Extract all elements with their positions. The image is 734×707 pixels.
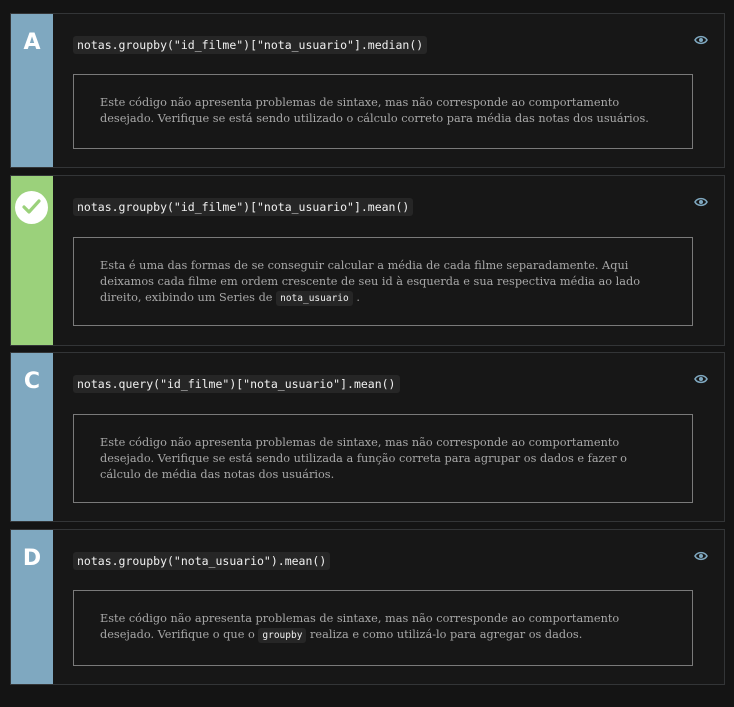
- option-marker-c: C: [11, 353, 53, 521]
- option-code: notas.groupby("id_filme")["nota_usuario"…: [73, 198, 414, 216]
- feedback-box: Este código não apresenta problemas de s…: [73, 590, 693, 666]
- feedback-box: Esta é uma das formas de se conseguir ca…: [73, 237, 693, 326]
- eye-icon[interactable]: [694, 550, 708, 562]
- option-marker-correct: [11, 176, 53, 345]
- inline-code: groupby: [258, 628, 307, 643]
- option-card-b[interactable]: notas.groupby("id_filme")["nota_usuario"…: [10, 175, 725, 346]
- option-card-d[interactable]: D notas.groupby("nota_usuario").mean() E…: [10, 529, 725, 685]
- feedback-text: Este código não apresenta problemas de s…: [100, 612, 620, 643]
- option-code: notas.groupby("id_filme")["nota_usuario"…: [73, 36, 428, 54]
- inline-code: nota_usuario: [276, 291, 353, 306]
- option-marker-d: D: [11, 530, 53, 684]
- eye-icon[interactable]: [694, 34, 708, 46]
- option-marker-a: A: [11, 14, 53, 167]
- option-card-a[interactable]: A notas.groupby("id_filme")["nota_usuari…: [10, 13, 725, 168]
- option-card-c[interactable]: C notas.query("id_filme")["nota_usuario"…: [10, 352, 725, 522]
- feedback-text: Este código não apresenta problemas de s…: [100, 96, 649, 125]
- feedback-box: Este código não apresenta problemas de s…: [73, 74, 693, 149]
- feedback-text: Esta é uma das formas de se conseguir ca…: [100, 259, 641, 306]
- option-letter: C: [23, 369, 41, 394]
- option-code: notas.groupby("nota_usuario").mean(): [73, 552, 331, 570]
- option-code: notas.query("id_filme")["nota_usuario"].…: [73, 375, 400, 393]
- checkmark-icon: [15, 191, 48, 224]
- eye-icon[interactable]: [694, 196, 708, 208]
- eye-icon[interactable]: [694, 373, 708, 385]
- option-letter: A: [23, 30, 41, 55]
- feedback-box: Este código não apresenta problemas de s…: [73, 414, 693, 503]
- feedback-text: Este código não apresenta problemas de s…: [100, 436, 627, 481]
- option-letter: D: [22, 546, 42, 571]
